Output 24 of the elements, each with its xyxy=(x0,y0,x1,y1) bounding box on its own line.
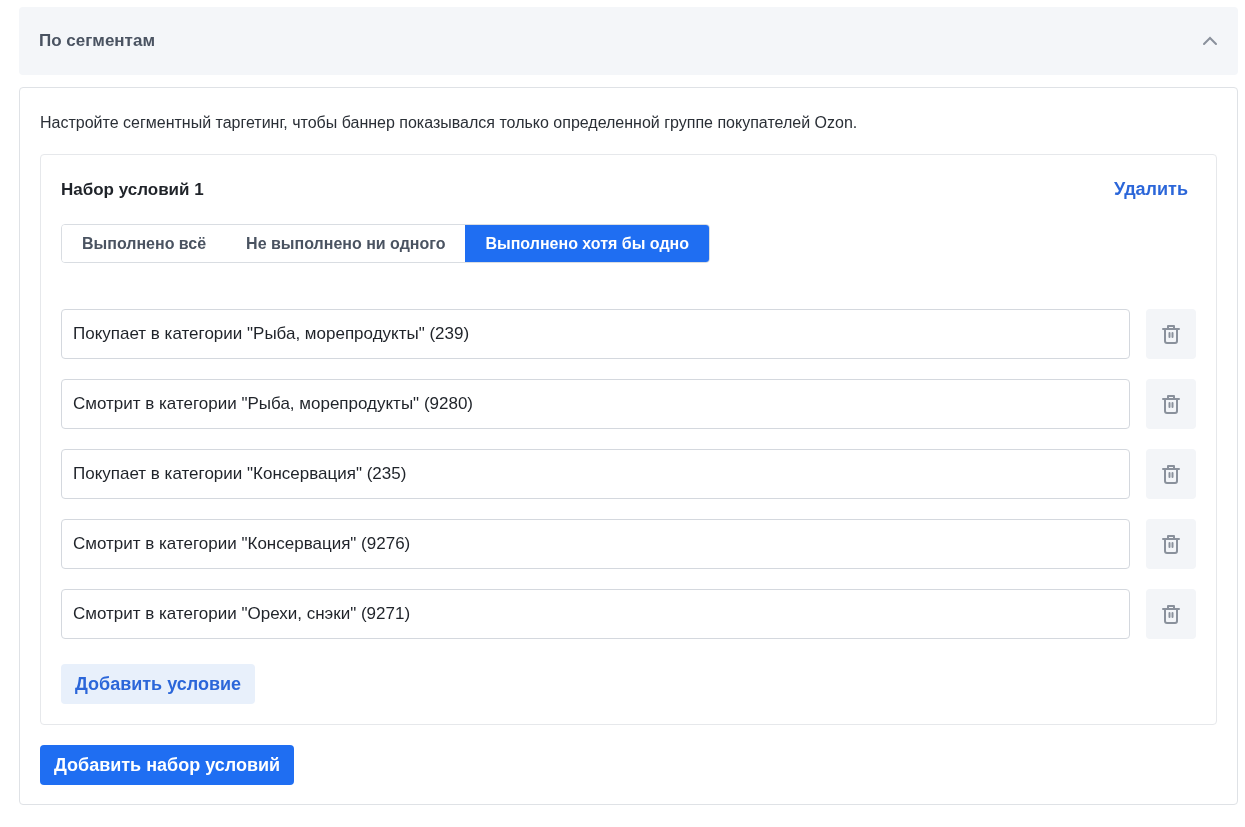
delete-link[interactable]: Удалить xyxy=(1114,179,1188,200)
condition-field[interactable]: Смотрит в категории "Консервация" (9276) xyxy=(61,519,1130,569)
trash-icon xyxy=(1159,462,1183,486)
delete-button[interactable] xyxy=(1146,519,1196,569)
mode-tab[interactable]: Выполнено хотя бы одно xyxy=(465,225,709,262)
trash-icon xyxy=(1159,602,1183,626)
trash-icon xyxy=(1159,532,1183,556)
add-condition-set-button[interactable]: Добавить набор условий xyxy=(40,745,295,785)
condition-field[interactable]: Смотрит в категории "Рыба, морепродукты" (9280) xyxy=(61,379,1130,429)
description-text: Настройте сегментный таргетинг, чтобы баннер показывался только определенной группе покупателей Ozon. xyxy=(40,114,859,132)
trash-icon xyxy=(1159,322,1183,346)
section-title: По сегментам xyxy=(39,31,155,51)
trash-icon xyxy=(1159,392,1183,416)
delete-button[interactable] xyxy=(1146,589,1196,639)
add-condition-button[interactable]: Добавить условие xyxy=(61,664,256,704)
condition-set-title: Набор условий 1 xyxy=(61,179,204,200)
delete-button[interactable] xyxy=(1146,449,1196,499)
delete-button[interactable] xyxy=(1146,379,1196,429)
delete-button[interactable] xyxy=(1146,309,1196,359)
section-header[interactable]: По сегментам xyxy=(19,7,1238,75)
chevron-icon[interactable] xyxy=(1202,36,1218,46)
condition-field[interactable]: Покупает в категории "Консервация" (235) xyxy=(61,449,1130,499)
condition-field[interactable]: Покупает в категории "Рыба, морепродукты" (239) xyxy=(61,309,1130,359)
condition-field[interactable]: Смотрит в категории "Орехи, снэки" (9271) xyxy=(61,589,1130,639)
